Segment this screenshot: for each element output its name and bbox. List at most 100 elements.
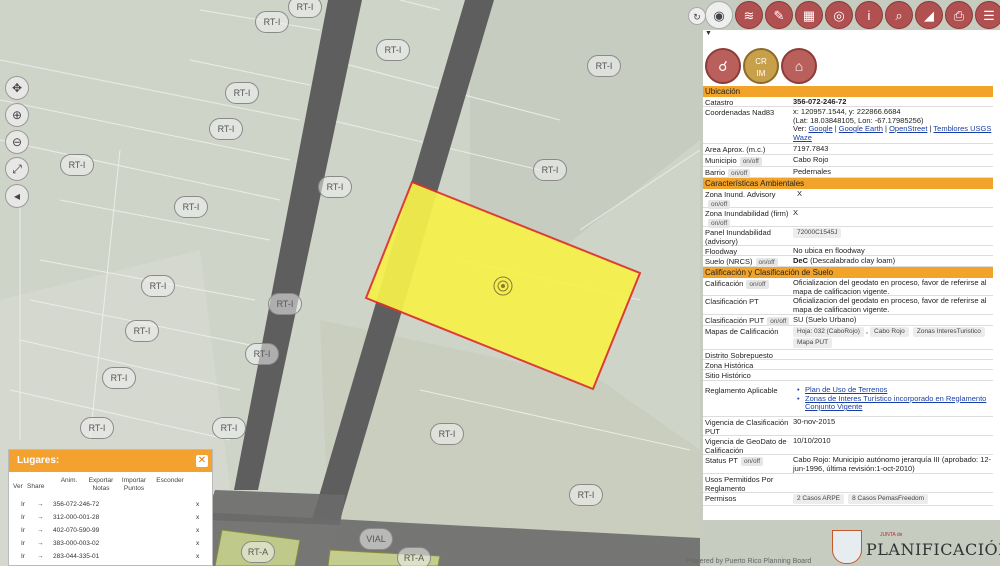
permisos-chip-pemas[interactable]: 8 Casos PemasFreedom — [848, 494, 928, 504]
info-icon[interactable]: i — [855, 1, 883, 29]
zone-label: RT-I — [587, 55, 621, 77]
municipio-value: Cabo Rojo — [793, 155, 829, 164]
catastro-value: 356-072-246-72 — [793, 97, 847, 106]
share-arrow-icon[interactable]: → — [37, 514, 44, 521]
house-icon[interactable]: ⌂ — [781, 48, 817, 84]
row-vigencia-put: Vigencia de Clasificación PUT 30-nov-201… — [703, 417, 993, 436]
mapa-chip-hoja[interactable]: Hoja: 032 (CaboRojo) — [793, 327, 864, 337]
zoom-in-icon[interactable]: ⊕ — [5, 103, 29, 127]
full-extent-icon[interactable]: ⤢ — [5, 157, 29, 181]
usos-label: Usos Permitidos Por Reglamento — [705, 475, 774, 493]
ver-link[interactable]: Ir — [21, 540, 25, 547]
status-pt-onoff[interactable]: on/off — [740, 457, 764, 466]
remove-icon[interactable]: x — [196, 501, 199, 508]
municipio-onoff[interactable]: on/off — [739, 157, 762, 166]
ver-link[interactable]: Ir — [21, 501, 25, 508]
ver-link[interactable]: Ir — [21, 553, 25, 560]
close-icon[interactable]: ✕ — [196, 455, 208, 467]
lugar-id[interactable]: 312-000-001-28 — [53, 514, 99, 521]
lugares-row[interactable]: Ir → 356-072-246-72 x — [9, 499, 212, 512]
row-status-pt: Status PT on/off Cabo Rojo: Municipio aut… — [703, 455, 993, 474]
search-icon[interactable]: ⌕ — [885, 1, 913, 29]
remove-icon[interactable]: x — [196, 514, 199, 521]
print-icon[interactable]: ⎙ — [945, 1, 973, 29]
reglamento-label: Reglamento Aplicable — [705, 386, 778, 395]
row-barrio: Barrio on/off Pedernales — [703, 167, 993, 178]
zone-label: RT-I — [125, 320, 159, 342]
zoom-out-icon[interactable]: ⊖ — [5, 130, 29, 154]
mapa-chip-cabo-rojo[interactable]: Cabo Rojo — [870, 327, 909, 337]
clasif-pt-value: Oficializacion del geodato en proceso, f… — [793, 296, 987, 314]
planificacion-logo: JUNTA de PLANIFICACIÓN — [832, 528, 1000, 566]
zone-label: RT-A — [241, 541, 275, 563]
share-arrow-icon[interactable]: → — [37, 540, 44, 547]
lugares-row[interactable]: Ir → 312-000-001-28 x — [9, 512, 212, 525]
google-maps-icon[interactable]: ◉ — [705, 1, 733, 29]
mapa-chip-interes-turistico[interactable]: Zonas InteresTuristico — [912, 327, 985, 337]
row-coords: Coordenadas Nad83 x: 120957.1544, y: 222… — [703, 107, 993, 144]
link-waze[interactable]: Waze — [793, 133, 812, 142]
lugar-id[interactable]: 356-072-246-72 — [53, 501, 99, 508]
crim-icon[interactable]: CR IM — [743, 48, 779, 84]
identify-icon[interactable]: ☌ — [705, 48, 741, 84]
clasif-put-value: SU (Suelo Urbano) — [793, 315, 857, 324]
zone-label: RT-I — [255, 11, 289, 33]
barrio-onoff[interactable]: on/off — [728, 169, 751, 178]
share-arrow-icon[interactable]: → — [37, 553, 44, 560]
calif-value: Oficializacion del geodato en proceso, f… — [793, 278, 987, 296]
refresh-icon[interactable]: ↻ — [688, 7, 706, 25]
ver-link[interactable]: Ir — [21, 527, 25, 534]
link-google[interactable]: Google — [808, 124, 832, 133]
draw-icon[interactable]: ✎ — [765, 1, 793, 29]
catastro-label: Catastro — [705, 98, 734, 107]
vigencia-put-label: Vigencia de Clasificación PUT — [705, 418, 789, 436]
panel-inund-chip[interactable]: 72000C1545J — [793, 228, 842, 238]
remove-icon[interactable]: x — [196, 540, 199, 547]
suelo-label: Suelo (NRCS) — [705, 257, 753, 266]
lugar-id[interactable]: 383-000-003-02 — [53, 540, 99, 547]
layers-icon[interactable]: ≋ — [735, 1, 763, 29]
menu-icon[interactable]: ☰ — [975, 1, 1000, 29]
measure-icon[interactable]: ◢ — [915, 1, 943, 29]
zone-label: RT-I — [174, 196, 208, 218]
col-exportar[interactable]: Exportar Notas — [85, 477, 117, 493]
top-toolbar: ↻ ◉ ≋ ✎ ▦ ◎ i ⌕ ◢ ⎙ ☰ — [683, 0, 1000, 30]
link-temblores[interactable]: Temblores USGS — [933, 124, 991, 133]
mapas-label: Mapas de Calificación — [705, 327, 779, 336]
lugares-row[interactable]: Ir → 383-000-003-02 x — [9, 538, 212, 551]
share-arrow-icon[interactable]: → — [37, 501, 44, 508]
legend-icon[interactable]: ◎ — [825, 1, 853, 29]
row-permisos: Permisos 2 Casos ARPE 8 Casos PemasFreed… — [703, 493, 993, 506]
collapse-arrow-icon[interactable]: ▼ — [705, 30, 712, 37]
share-arrow-icon[interactable]: → — [37, 527, 44, 534]
pan-icon[interactable]: ✥ — [5, 76, 29, 100]
lugar-id[interactable]: 283-044-335-01 — [53, 553, 99, 560]
permisos-chip-arpe[interactable]: 2 Casos ARPE — [793, 494, 844, 504]
link-openstreet[interactable]: OpenStreet — [889, 124, 927, 133]
basemap-icon[interactable]: ▦ — [795, 1, 823, 29]
previous-extent-icon[interactable]: ◂ — [5, 184, 29, 208]
lugares-title: Lugares: — [9, 450, 212, 472]
col-ver: Ver — [13, 483, 23, 490]
zone-label: RT-I — [245, 343, 279, 365]
col-esconder[interactable]: Esconder — [153, 477, 187, 485]
ver-link[interactable]: Ir — [21, 514, 25, 521]
link-zonas-interes[interactable]: Zonas de Interes Turístico incorporado e… — [805, 394, 986, 412]
col-importar[interactable]: Importar Puntos — [119, 477, 149, 493]
calif-onoff[interactable]: on/off — [746, 280, 769, 289]
row-panel-inund: Panel Inundabilidad (advisory) 72000C154… — [703, 227, 993, 246]
suelo-onoff[interactable]: on/off — [755, 258, 778, 267]
lugar-id[interactable]: 402-070-590-99 — [53, 527, 99, 534]
col-anim[interactable]: Anim. — [59, 477, 79, 485]
coords-label: Coordenadas Nad83 — [705, 108, 775, 117]
inund-firm-value: X — [793, 208, 799, 217]
mapa-chip-put[interactable]: Mapa PUT — [793, 338, 833, 348]
remove-icon[interactable]: x — [196, 553, 199, 560]
lugares-row[interactable]: Ir → 402-070-590-99 x — [9, 525, 212, 538]
remove-icon[interactable]: x — [196, 527, 199, 534]
lugares-row[interactable]: Ir → 283-044-335-01 x — [9, 551, 212, 564]
zone-label: RT-I — [430, 423, 464, 445]
zone-label: RT-I — [268, 293, 302, 315]
clasif-put-onoff[interactable]: on/off — [767, 317, 790, 326]
link-google-earth[interactable]: Google Earth — [839, 124, 883, 133]
